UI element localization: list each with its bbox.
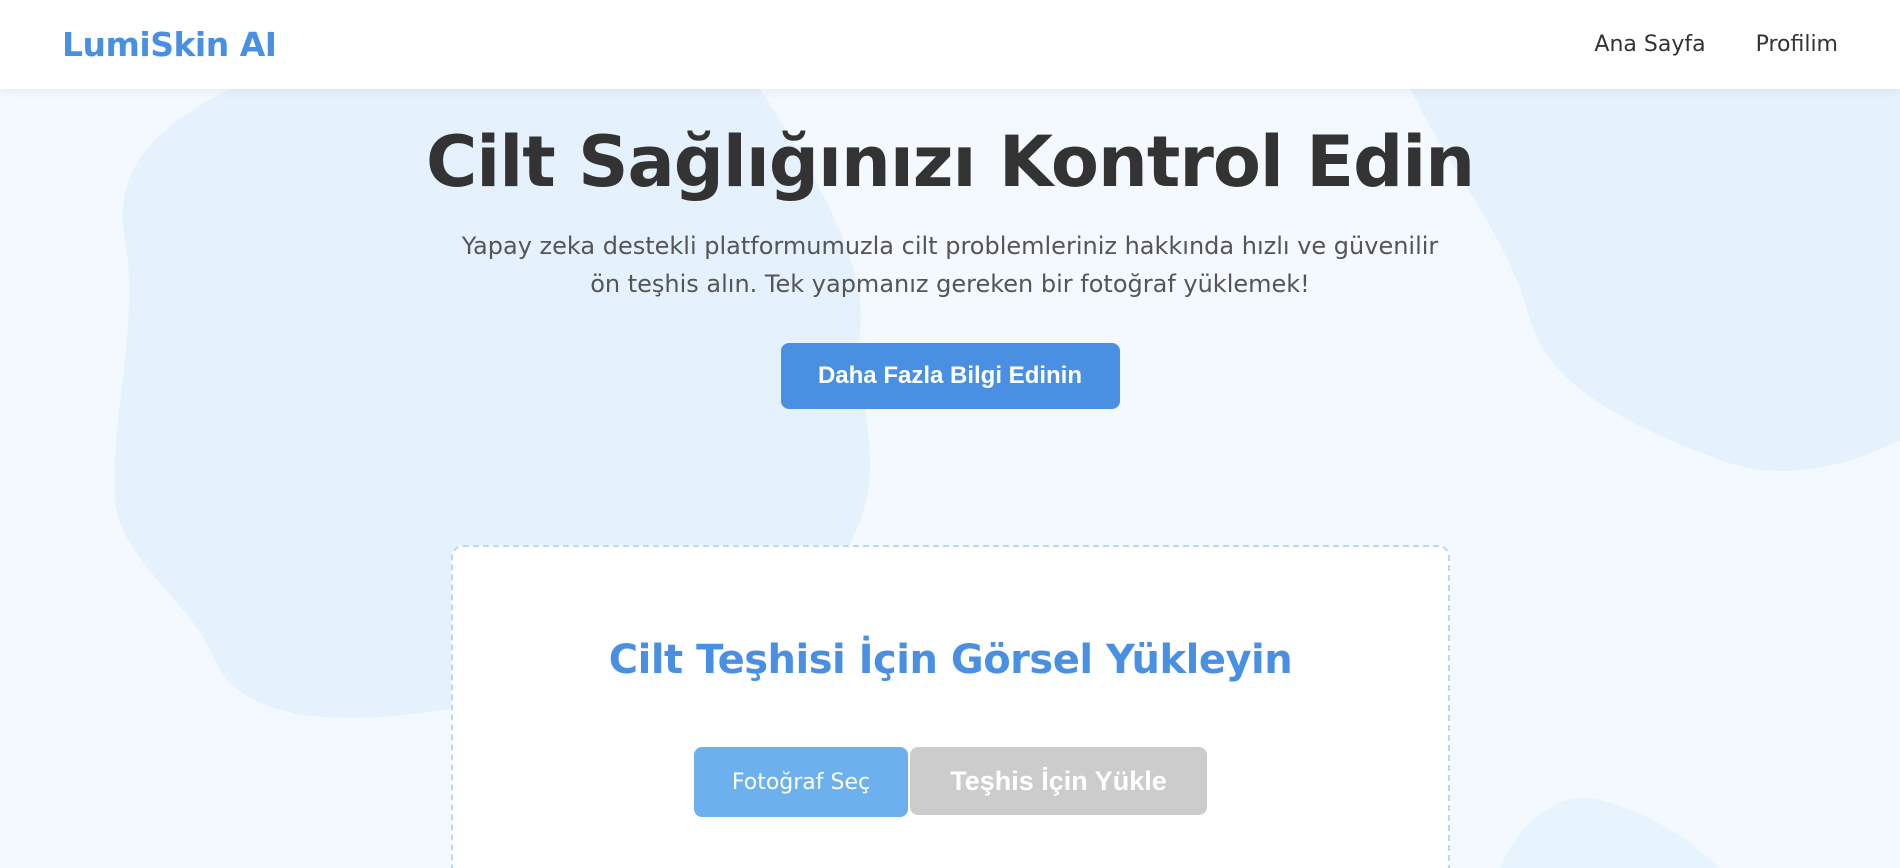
background-blob-bottom xyxy=(1500,798,1720,868)
nav-home-link[interactable]: Ana Sayfa xyxy=(1594,32,1705,57)
hero-subtitle: Yapay zeka destekli platformumuzla cilt … xyxy=(461,232,1439,298)
hero-title: Cilt Sağlığınızı Kontrol Edin xyxy=(425,121,1475,203)
hero-section: Cilt Sağlığınızı Kontrol Edin Yapay zeka… xyxy=(0,89,1900,409)
nav-profile-link[interactable]: Profilim xyxy=(1756,32,1838,57)
upload-card: Cilt Teşhisi İçin Görsel Yükleyin Fotoğr… xyxy=(451,545,1450,868)
upload-button-row: Fotoğraf Seç Teşhis İçin Yükle xyxy=(453,747,1448,817)
top-navbar: LumiSkin AI Ana Sayfa Profilim xyxy=(0,0,1900,89)
upload-title: Cilt Teşhisi İçin Görsel Yükleyin xyxy=(608,637,1293,683)
main-nav: Ana Sayfa Profilim xyxy=(1594,32,1838,57)
select-photo-button[interactable]: Fotoğraf Seç xyxy=(694,747,908,817)
upload-for-diagnosis-button[interactable]: Teşhis İçin Yükle xyxy=(910,747,1207,815)
learn-more-button[interactable]: Daha Fazla Bilgi Edinin xyxy=(780,343,1120,409)
brand-logo[interactable]: LumiSkin AI xyxy=(62,25,277,64)
